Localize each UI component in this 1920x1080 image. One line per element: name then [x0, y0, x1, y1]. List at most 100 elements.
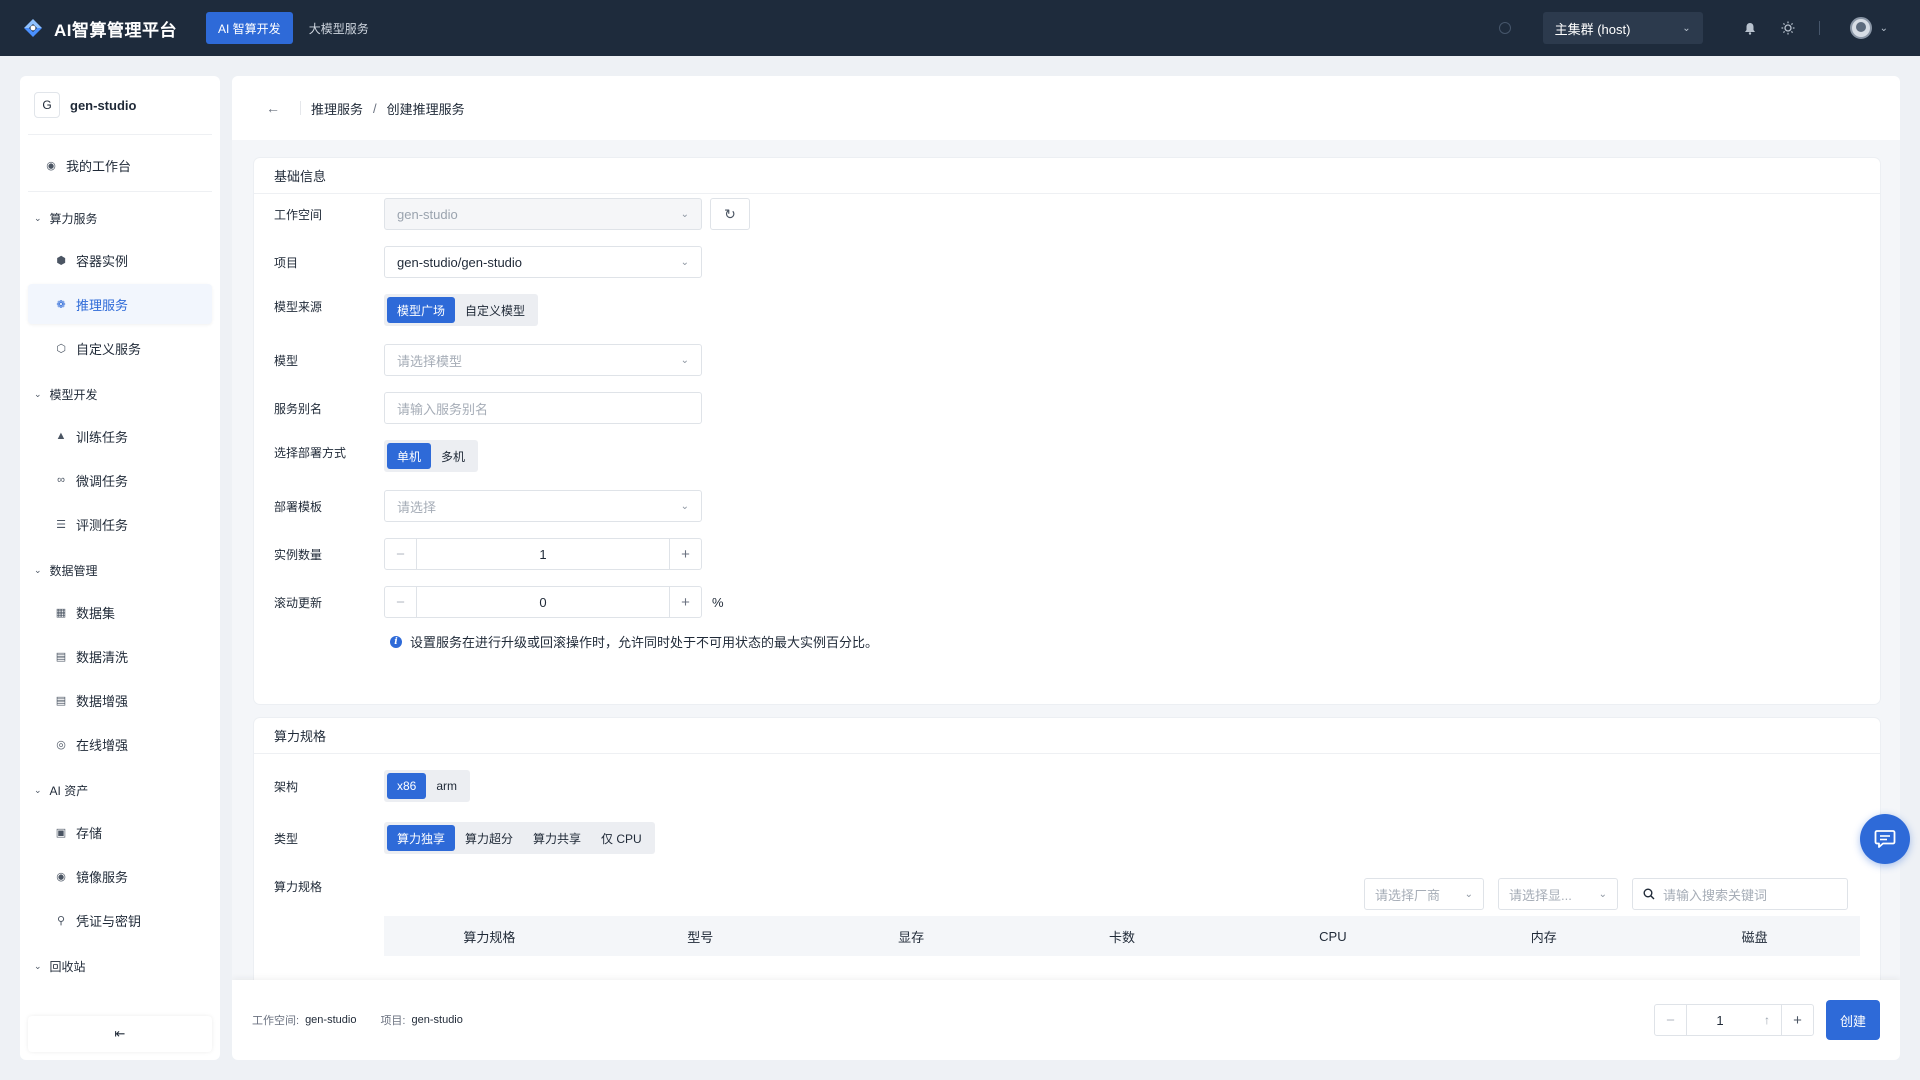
sidebar-item-training[interactable]: ▲ 训练任务: [28, 416, 212, 456]
bell-icon[interactable]: [1743, 21, 1757, 35]
quantity-value[interactable]: 1: [1687, 1005, 1753, 1035]
arrow-up-icon[interactable]: ↑: [1753, 1005, 1781, 1035]
cluster-name: 主集群 (host): [1554, 21, 1631, 37]
chat-button[interactable]: [1860, 814, 1910, 864]
arch-option-arm[interactable]: arm: [426, 773, 467, 799]
hierarchy-icon: ▲: [55, 430, 67, 442]
sidebar-group-compute[interactable]: ⌄ 算力服务: [20, 200, 220, 236]
model-placeholder: 请选择模型: [397, 353, 463, 369]
arch-option-x86[interactable]: x86: [387, 773, 427, 799]
theme-sun-icon[interactable]: [1781, 21, 1795, 35]
chevron-down-icon[interactable]: ⌄: [1880, 23, 1888, 34]
type-option-cpu-only[interactable]: 仅 CPU: [591, 825, 652, 851]
rolling-update-row: 滚动更新 − 0 + %: [274, 586, 724, 618]
deploy-mode-toggle: 单机 多机: [384, 440, 479, 472]
sidebar-item-workbench[interactable]: ◉ 我的工作台: [28, 145, 212, 185]
instances-value[interactable]: 1: [417, 539, 669, 569]
template-label: 部署模板: [274, 499, 323, 514]
sidebar-item-dataset[interactable]: ▦ 数据集: [28, 592, 212, 632]
sidebar-group-model-dev[interactable]: ⌄ 模型开发: [20, 376, 220, 412]
storage-icon: ▣: [55, 826, 67, 839]
sidebar-group-data[interactable]: ⌄ 数据管理: [20, 552, 220, 588]
back-arrow-icon[interactable]: ←: [266, 100, 280, 116]
search-icon: [1643, 888, 1655, 900]
workspace-select: gen-studio ⌄: [384, 198, 702, 230]
column-header: 算力规格: [463, 929, 516, 945]
memory-select[interactable]: 请选择显... ⌄: [1498, 878, 1618, 910]
deploy-mode-row: 选择部署方式 单机 多机: [274, 440, 479, 472]
sidebar-item-credentials[interactable]: ⚲ 凭证与密钥: [28, 900, 212, 940]
increment-button[interactable]: +: [1781, 1005, 1813, 1035]
vendor-placeholder: 请选择厂商: [1375, 887, 1441, 903]
type-option-shared[interactable]: 算力共享: [523, 825, 591, 851]
type-option-dedicated[interactable]: 算力独享: [387, 825, 456, 851]
workspace-label: 工作空间: [274, 207, 323, 222]
sidebar-item-container[interactable]: ⬢ 容器实例: [28, 240, 212, 280]
chevron-down-icon: ⌄: [34, 564, 42, 575]
model-select[interactable]: 请选择模型 ⌄: [384, 344, 702, 376]
nav-tab-ai-dev[interactable]: AI 智算开发: [206, 12, 293, 44]
sidebar-item-label: 存储: [76, 825, 103, 841]
deploy-option-single[interactable]: 单机: [387, 443, 432, 469]
create-button[interactable]: 创建: [1826, 1000, 1880, 1040]
decrement-button[interactable]: −: [1655, 1005, 1687, 1035]
decrement-button[interactable]: −: [385, 587, 417, 617]
increment-button[interactable]: +: [669, 587, 701, 617]
sidebar-group-label: 数据管理: [49, 563, 98, 578]
sidebar-item-inference[interactable]: ❁ 推理服务: [28, 284, 212, 324]
workspace-row: 工作空间 gen-studio ⌄ ↻: [274, 198, 750, 230]
instances-label: 实例数量: [274, 547, 323, 562]
template-row: 部署模板 请选择 ⌄: [274, 490, 702, 522]
sidebar-group-label: 算力服务: [49, 211, 98, 226]
workspace-badge: G: [34, 92, 60, 118]
template-select[interactable]: 请选择 ⌄: [384, 490, 702, 522]
alias-row: 服务别名 请输入服务别名: [274, 392, 702, 424]
sidebar-item-finetune[interactable]: ∞ 微调任务: [28, 460, 212, 500]
sidebar-item-label: 数据集: [76, 605, 116, 621]
rolling-update-value[interactable]: 0: [417, 587, 669, 617]
basic-info-card: 基础信息 工作空间 gen-studio ⌄ ↻ 项目 gen-studio/g…: [254, 158, 1880, 704]
source-option-market[interactable]: 模型广场: [387, 297, 456, 323]
search-icon[interactable]: [1498, 22, 1511, 34]
source-option-custom[interactable]: 自定义模型: [455, 297, 535, 323]
cluster-select[interactable]: 主集群 (host) ⌄: [1542, 12, 1703, 44]
sidebar-item-evaluation[interactable]: ☰ 评测任务: [28, 504, 212, 544]
sidebar-group-label: 模型开发: [49, 387, 98, 402]
hexagon-icon: ⬡: [56, 342, 66, 355]
sidebar-group-ai-assets[interactable]: ⌄ AI 资产: [20, 772, 220, 808]
collapse-sidebar-button[interactable]: ⇤: [28, 1016, 212, 1052]
sidebar-item-custom-service[interactable]: ⬡ 自定义服务: [28, 328, 212, 368]
main-panel: ← 推理服务 / 创建推理服务 基础信息 工作空间 gen-studio ⌄ ↻…: [232, 76, 1900, 1060]
breadcrumb-separator: /: [373, 100, 377, 116]
arch-toggle: x86 arm: [384, 770, 471, 802]
rolling-update-stepper: − 0 +: [384, 586, 702, 618]
vendor-select[interactable]: 请选择厂商 ⌄: [1364, 878, 1484, 910]
footer-bar: 工作空间: gen-studio 项目: gen-studio − 1 ↑ + …: [232, 980, 1900, 1060]
search-input[interactable]: 请输入搜索关键词: [1632, 878, 1848, 910]
app-logo[interactable]: AI智算管理平台: [20, 15, 206, 41]
sidebar-item-label: 评测任务: [76, 517, 129, 533]
breadcrumb-parent[interactable]: 推理服务: [311, 99, 363, 118]
type-option-oversold[interactable]: 算力超分: [455, 825, 523, 851]
sidebar-item-data-clean[interactable]: ▤ 数据清洗: [28, 636, 212, 676]
breadcrumb-current: 创建推理服务: [386, 101, 465, 117]
footer-workspace-label: 工作空间:: [252, 1015, 300, 1027]
sidebar-item-online-augment[interactable]: ◎ 在线增强: [28, 724, 212, 764]
project-select[interactable]: gen-studio/gen-studio ⌄: [384, 246, 702, 278]
column-header: 磁盘: [1741, 929, 1768, 945]
sidebar-item-image-service[interactable]: ◉ 镜像服务: [28, 856, 212, 896]
sidebar-item-data-augment[interactable]: ▤ 数据增强: [28, 680, 212, 720]
workspace-value: gen-studio: [397, 206, 458, 222]
deploy-option-multi[interactable]: 多机: [431, 443, 475, 469]
refresh-button[interactable]: ↻: [710, 198, 750, 230]
decrement-button[interactable]: −: [385, 539, 417, 569]
workspace-header[interactable]: G gen-studio: [20, 76, 220, 134]
chevron-down-icon: ⌄: [680, 208, 689, 220]
sidebar-item-storage[interactable]: ▣ 存储: [28, 812, 212, 852]
nav-tab-llm-service[interactable]: 大模型服务: [297, 12, 381, 44]
chevron-down-icon: ⌄: [34, 388, 42, 399]
avatar[interactable]: [1849, 17, 1872, 39]
alias-input[interactable]: 请输入服务别名: [384, 392, 702, 424]
sidebar-group-recycle[interactable]: ⌄ 回收站: [20, 948, 220, 984]
increment-button[interactable]: +: [669, 539, 701, 569]
